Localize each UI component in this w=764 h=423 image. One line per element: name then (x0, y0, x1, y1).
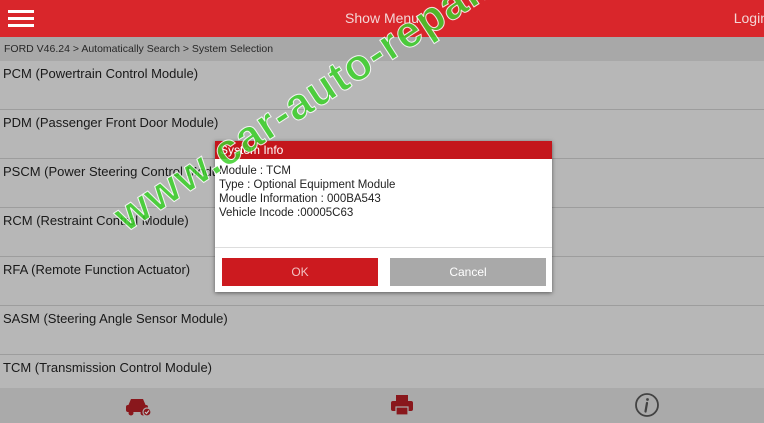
dialog-line-vehicle-incode: Vehicle Incode :00005C63 (219, 207, 354, 219)
dialog-line-type: Type : Optional Equipment Module (219, 179, 396, 191)
dialog-line-module: Module : TCM (219, 165, 292, 177)
ok-button[interactable]: OK (222, 258, 378, 286)
cancel-button[interactable]: Cancel (390, 258, 546, 286)
dialog-line-module-information: Moudle Information : 000BA543 (219, 193, 381, 205)
system-info-dialog: System Info Module : TCM Type : Optional… (215, 141, 552, 292)
dialog-body: Module : TCM Type : Optional Equipment M… (215, 160, 552, 248)
login-button[interactable]: Login (734, 10, 764, 26)
